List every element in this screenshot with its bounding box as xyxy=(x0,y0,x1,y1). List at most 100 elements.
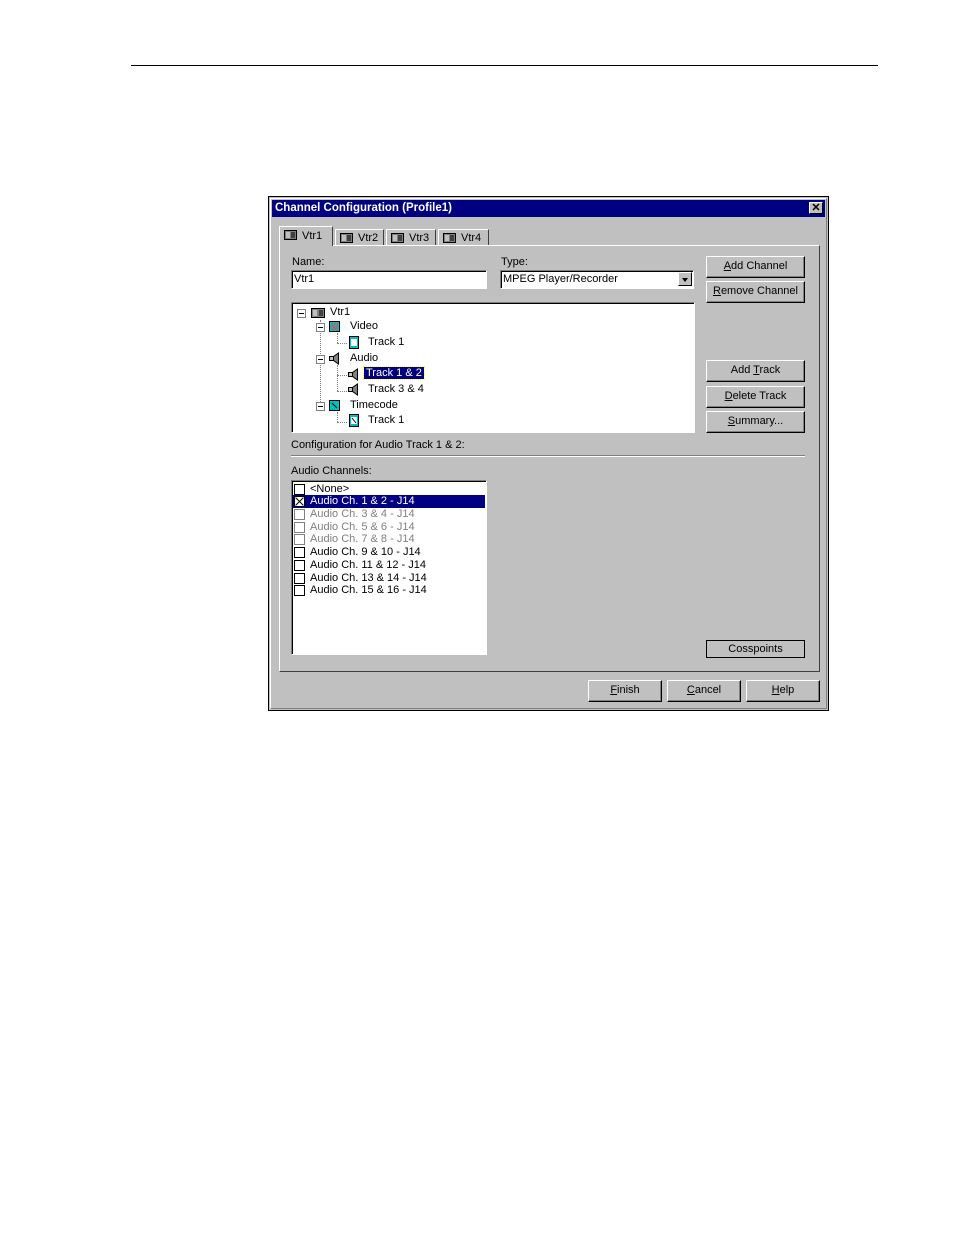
button-label: ummary... xyxy=(735,415,784,427)
list-item[interactable]: Audio Ch. 9 & 10 - J14 xyxy=(293,546,485,559)
finish-button[interactable]: Finish xyxy=(588,680,662,702)
tree-connector xyxy=(337,333,338,343)
speaker-icon xyxy=(348,383,358,396)
type-label: Type: xyxy=(501,256,528,268)
button-label: Cosspoints xyxy=(728,643,783,655)
cancel-button[interactable]: Cancel xyxy=(667,680,741,702)
channel-tree[interactable]: Vtr1 Video Track 1 Audio Track 1 & 2 Tra… xyxy=(291,302,695,433)
list-item-label: Audio Ch. 5 & 6 - J14 xyxy=(310,521,415,533)
list-item-label: Audio Ch. 7 & 8 - J14 xyxy=(310,533,415,545)
summary-button[interactable]: Summary... xyxy=(706,411,805,433)
tree-connector xyxy=(337,365,338,391)
help-button[interactable]: Help xyxy=(746,680,820,702)
close-icon: ✕ xyxy=(811,202,821,214)
tab-vtr2[interactable]: Vtr2 xyxy=(335,229,384,246)
tree-connector xyxy=(337,422,347,423)
dialog-title: Channel Configuration (Profile1) xyxy=(275,202,452,214)
node-label: Vtr1 xyxy=(330,306,351,318)
checkbox[interactable] xyxy=(294,547,305,558)
name-value: Vtr1 xyxy=(294,273,315,285)
node-label: Timecode xyxy=(350,399,398,411)
checkbox[interactable] xyxy=(294,484,305,495)
tree-connector xyxy=(320,320,321,408)
chevron-down-icon[interactable] xyxy=(678,272,692,286)
vtr-icon xyxy=(391,233,404,243)
mnemonic: A xyxy=(723,260,732,272)
name-input[interactable]: Vtr1 xyxy=(291,270,487,289)
list-item[interactable]: Audio Ch. 15 & 16 - J14 xyxy=(293,584,485,597)
type-value: MPEG Player/Recorder xyxy=(503,273,618,285)
node-label: Track 1 & 2 xyxy=(363,366,425,380)
checkbox[interactable] xyxy=(294,585,305,596)
checkbox[interactable] xyxy=(294,560,305,571)
button-label: rack xyxy=(759,364,781,376)
list-item-label: Audio Ch. 9 & 10 - J14 xyxy=(310,546,421,558)
audio-channels-label: Audio Channels: xyxy=(291,465,372,477)
config-heading: Configuration for Audio Track 1 & 2: xyxy=(291,439,465,451)
checkbox xyxy=(294,522,305,533)
node-label: Track 1 xyxy=(368,414,405,426)
tree-connector xyxy=(337,343,347,344)
button-label: inish xyxy=(617,684,640,696)
mnemonic: H xyxy=(771,684,780,696)
list-item: Audio Ch. 3 & 4 - J14 xyxy=(293,508,485,521)
node-label: Video xyxy=(350,320,378,332)
button-label: ancel xyxy=(694,684,722,696)
collapse-icon[interactable] xyxy=(297,309,306,318)
tab-label: Vtr3 xyxy=(409,232,430,244)
checkbox xyxy=(294,509,305,520)
video-icon xyxy=(329,321,340,332)
button-label: dd Channel xyxy=(731,260,788,272)
button-label: Add xyxy=(730,364,754,376)
tab-label: Vtr4 xyxy=(461,232,482,244)
crosspoints-button[interactable]: Cosspoints xyxy=(706,640,805,658)
node-label: Track 1 xyxy=(368,336,405,348)
film-track-icon xyxy=(349,336,359,349)
collapse-icon[interactable] xyxy=(316,402,325,411)
add-track-button[interactable]: Add Track xyxy=(706,360,805,382)
channel-configuration-dialog: Channel Configuration (Profile1) ✕ Vtr1 … xyxy=(268,196,829,711)
delete-track-button[interactable]: Delete Track xyxy=(706,386,805,408)
audio-channels-list[interactable]: <None> Audio Ch. 1 & 2 - J14 Audio Ch. 3… xyxy=(291,480,487,655)
add-channel-button[interactable]: Add Channel xyxy=(706,256,805,278)
list-item-label: Audio Ch. 3 & 4 - J14 xyxy=(310,508,415,520)
checkbox xyxy=(294,534,305,545)
list-item[interactable]: Audio Ch. 1 & 2 - J14 xyxy=(293,495,485,508)
button-label: emove Channel xyxy=(720,285,798,297)
tab-label: Vtr1 xyxy=(302,230,323,242)
collapse-icon[interactable] xyxy=(316,323,325,332)
tab-panel: Name: Vtr1 Type: MPEG Player/Recorder Ad… xyxy=(279,245,820,672)
mnemonic: R xyxy=(712,285,721,297)
vtr-icon xyxy=(443,233,456,243)
type-dropdown[interactable]: MPEG Player/Recorder xyxy=(500,270,694,289)
page-top-rule xyxy=(131,65,878,66)
checkbox[interactable] xyxy=(294,496,305,507)
tab-vtr3[interactable]: Vtr3 xyxy=(386,229,436,246)
speaker-icon xyxy=(348,368,358,381)
list-item-label: Audio Ch. 15 & 16 - J14 xyxy=(310,584,427,596)
node-label: Track 3 & 4 xyxy=(368,383,424,395)
remove-channel-button[interactable]: Remove Channel xyxy=(706,281,805,303)
button-label: elp xyxy=(779,684,795,696)
vtr-icon xyxy=(340,233,353,243)
tree-connector xyxy=(337,391,347,392)
tab-vtr1[interactable]: Vtr1 xyxy=(279,226,333,246)
tree-connector xyxy=(337,375,347,376)
button-label: elete Track xyxy=(732,390,787,402)
collapse-icon[interactable] xyxy=(316,355,325,364)
tab-vtr4[interactable]: Vtr4 xyxy=(438,229,489,246)
timecode-track-icon xyxy=(349,414,359,427)
list-item-label: Audio Ch. 1 & 2 - J14 xyxy=(310,495,415,507)
list-item[interactable]: Audio Ch. 11 & 12 - J14 xyxy=(293,559,485,572)
vtr-icon xyxy=(284,230,297,240)
timecode-icon xyxy=(329,400,340,411)
section-divider xyxy=(291,455,805,457)
title-bar[interactable]: Channel Configuration (Profile1) ✕ xyxy=(272,200,825,217)
close-button[interactable]: ✕ xyxy=(809,202,823,214)
list-item: Audio Ch. 7 & 8 - J14 xyxy=(293,533,485,546)
name-label: Name: xyxy=(292,256,325,268)
speaker-icon xyxy=(329,352,339,365)
tab-label: Vtr2 xyxy=(358,232,379,244)
mnemonic: C xyxy=(686,684,695,696)
checkbox[interactable] xyxy=(294,573,305,584)
